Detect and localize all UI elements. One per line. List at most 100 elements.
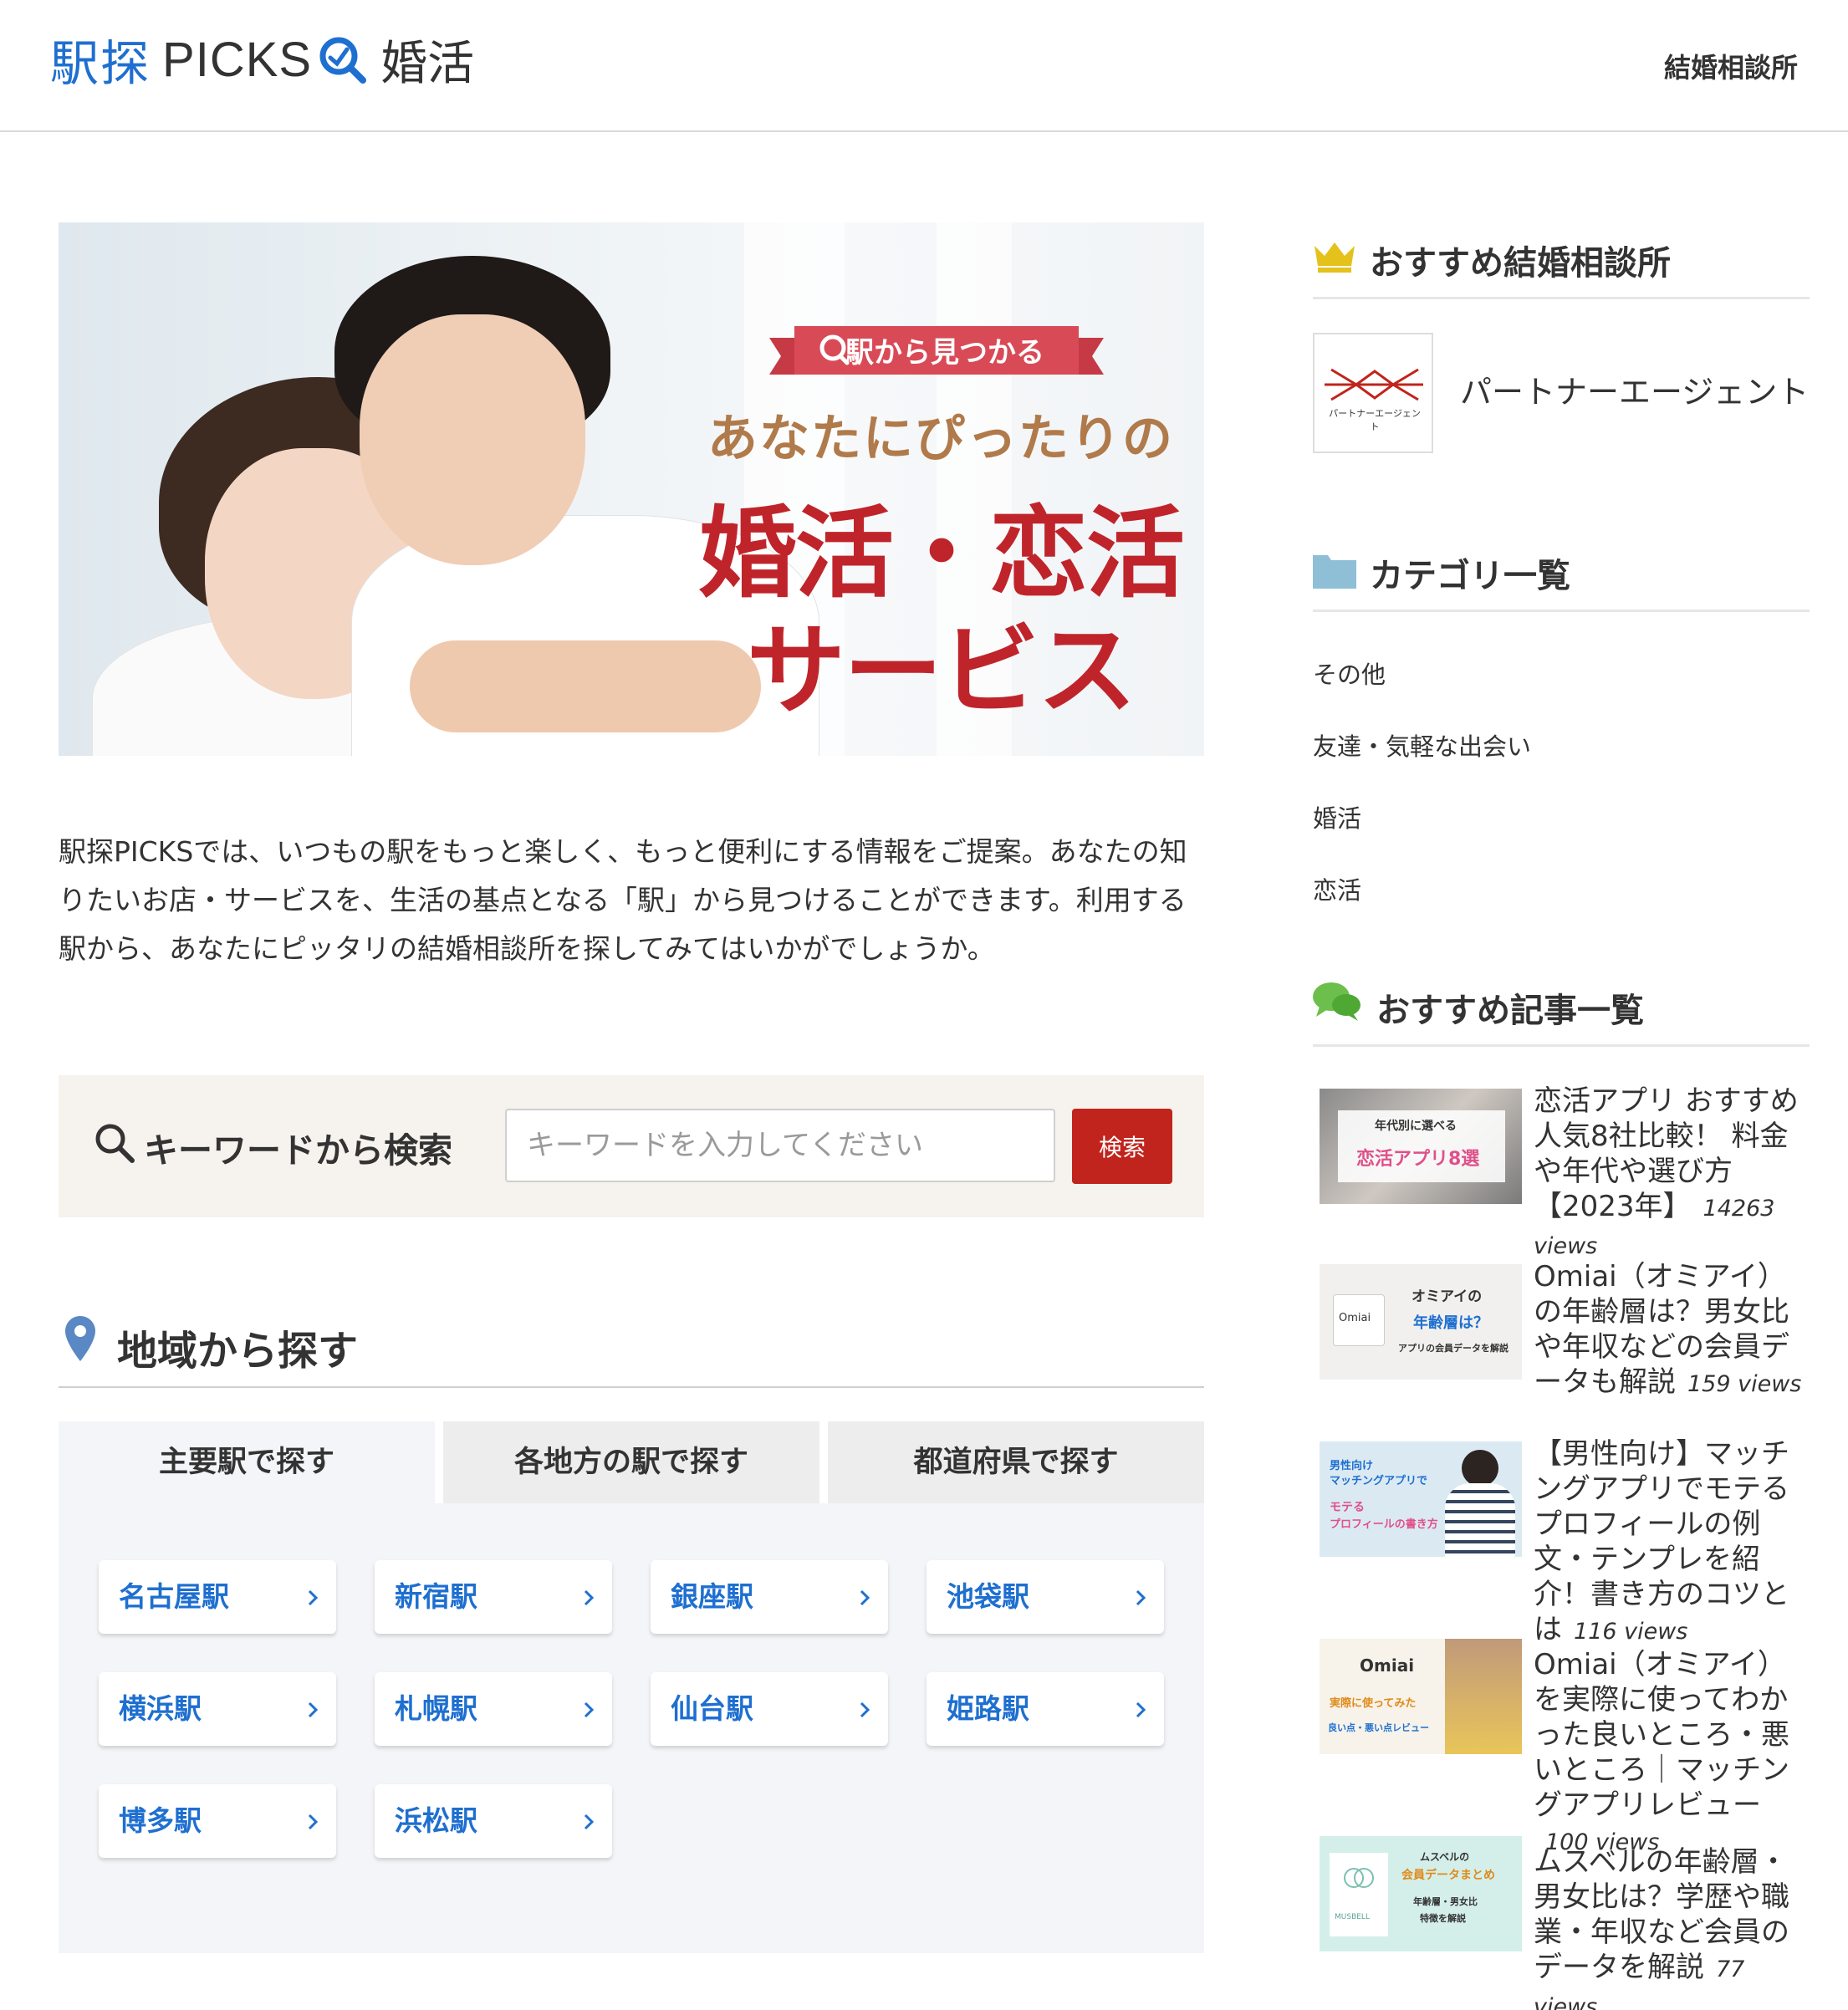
station-link-sendai[interactable]: 仙台駅: [651, 1672, 888, 1746]
region-title: 地域から探す: [117, 1328, 359, 1375]
partner-agent-link[interactable]: パートナーエージェント: [1460, 366, 1809, 412]
thumb-text: 会員データまとめ: [1401, 1869, 1495, 1882]
tab-regional-stations[interactable]: 各地方の駅で探す: [443, 1421, 819, 1503]
thumb-text: ムスベルの: [1420, 1851, 1470, 1863]
recommended-articles-title: おすすめ記事一覧: [1376, 992, 1644, 1030]
musbell-logo-icon: [1344, 1868, 1374, 1888]
station-name: 姫路駅: [947, 1692, 1029, 1725]
article-link-2[interactable]: Omiai（オミアイ）の年齢層は？男女比や年収などの会員データも解説 159 vi…: [1534, 1259, 1810, 1402]
recommended-agency-heading: おすすめ結婚相談所: [1313, 219, 1810, 299]
crown-icon: [1315, 242, 1355, 273]
thumb-text: 年代別に選べる: [1375, 1120, 1457, 1133]
station-name: 札幌駅: [395, 1692, 477, 1725]
station-link-himeji[interactable]: 姫路駅: [927, 1672, 1164, 1746]
station-list-panel: 名古屋駅 新宿駅 銀座駅 池袋駅 横浜駅 札幌駅 仙台駅 姫路駅 博多駅 浜松駅: [59, 1503, 1204, 1953]
article-title-text: Omiai（オミアイ）を実際に使ってわかった良いところ・悪いところ｜マッチングア…: [1534, 1648, 1789, 1822]
station-name: 博多駅: [119, 1804, 202, 1837]
intro-text: 駅探PICKSでは、いつもの駅をもっと楽しく、もっと便利にする情報をご提案。あな…: [59, 835, 1187, 965]
article-title-text: 【男性向け】マッチングアプリでモテるプロフィールの例文・テンプレを紹介！書き方の…: [1534, 1437, 1789, 1646]
category-link-other[interactable]: その他: [1313, 656, 1386, 691]
musbell-logo-card: MUSBELL: [1330, 1853, 1388, 1936]
article-thumbnail-1[interactable]: 年代別に選べる 恋活アプリ8選: [1320, 1089, 1522, 1204]
chevron-right-icon: [1136, 1589, 1146, 1606]
thumb-text: モテる: [1330, 1501, 1365, 1514]
category-link-friends[interactable]: 友達・気軽な出会い: [1313, 727, 1531, 763]
article-thumbnail-4[interactable]: Omiai 実際に使ってみた 良い点・悪い点レビュー: [1320, 1639, 1522, 1754]
logo-eki-text: 駅探: [50, 35, 151, 92]
region-tabs: 主要駅で探す 各地方の駅で探す 都道府県で探す: [59, 1421, 1204, 1503]
logo-konkatsu-text: 婚活: [380, 36, 475, 91]
article-views: 159 views: [1687, 1371, 1802, 1397]
nav-link-marriage-agency[interactable]: 結婚相談所: [1664, 47, 1798, 85]
station-name: 名古屋駅: [119, 1580, 229, 1613]
article-link-3[interactable]: 【男性向け】マッチングアプリでモテるプロフィールの例文・テンプレを紹介！書き方の…: [1534, 1436, 1810, 1650]
thumb-text: 良い点・悪い点レビュー: [1328, 1722, 1429, 1733]
omiai-app-icon: Omiai: [1333, 1294, 1385, 1346]
station-link-ikebukuro[interactable]: 池袋駅: [927, 1560, 1164, 1634]
thumb-text: アプリの会員データを解説: [1398, 1343, 1509, 1354]
station-link-yokohama[interactable]: 横浜駅: [99, 1672, 336, 1746]
thumb-text: 特徴を解説: [1420, 1913, 1466, 1924]
station-link-hamamatsu[interactable]: 浜松駅: [375, 1784, 612, 1858]
article-link-1[interactable]: 恋活アプリ おすすめ人気8社比較！ 料金や年代や選び方【2023年】 14263 …: [1534, 1084, 1810, 1264]
thumb-text: 恋活アプリ8選: [1356, 1149, 1480, 1170]
article-thumbnail-5[interactable]: MUSBELL ムスベルの 会員データまとめ 年齢層・男女比 特徴を解説: [1320, 1836, 1522, 1951]
station-name: 新宿駅: [395, 1580, 477, 1613]
omiai-app-icon-label: Omiai: [1339, 1312, 1371, 1324]
thumb-text: オミアイの: [1412, 1288, 1483, 1305]
station-link-hakata[interactable]: 博多駅: [99, 1784, 336, 1858]
thumb-text: 男性向け: [1330, 1460, 1374, 1472]
search-button[interactable]: 検索: [1072, 1109, 1172, 1184]
chevron-right-icon: [1136, 1701, 1146, 1718]
category-link-renkatsu[interactable]: 恋活: [1313, 871, 1361, 906]
hero-title-line2: サービス: [746, 613, 1136, 728]
region-heading: 地域から探す: [59, 1309, 1204, 1388]
chevron-right-icon: [308, 1589, 319, 1606]
tab-prefectures[interactable]: 都道府県で探す: [828, 1421, 1204, 1503]
hero-ribbon-text: 駅から見つかる: [845, 336, 1044, 370]
chevron-right-icon: [584, 1814, 595, 1830]
recommended-agency-title: おすすめ結婚相談所: [1370, 244, 1671, 283]
thumb-text: 年齢層・男女比: [1413, 1896, 1478, 1907]
station-link-sapporo[interactable]: 札幌駅: [375, 1672, 612, 1746]
chat-bubbles-icon: [1313, 982, 1360, 1021]
logo-picks-text: PICKS: [162, 32, 313, 87]
article-views: 116 views: [1574, 1619, 1688, 1645]
hero-subtitle: あなたにぴったりの: [707, 410, 1174, 468]
chevron-right-icon: [308, 1701, 319, 1718]
thumb-text: プロフィールの書き方: [1330, 1518, 1438, 1531]
keyword-search-input[interactable]: [505, 1109, 1055, 1182]
keyword-search-box: キーワードから検索 検索: [59, 1075, 1204, 1217]
station-link-ginza[interactable]: 銀座駅: [651, 1560, 888, 1634]
site-header: 駅探 PICKS 婚活 結婚相談所: [0, 0, 1848, 132]
tab-major-stations[interactable]: 主要駅で探す: [59, 1421, 435, 1503]
thumb-text: 年齢層は？: [1413, 1314, 1488, 1332]
site-logo[interactable]: 駅探 PICKS 婚活: [50, 30, 474, 93]
station-name: 銀座駅: [671, 1580, 753, 1613]
partner-agent-logo[interactable]: パートナーエージェント: [1313, 333, 1433, 453]
category-link-konkatsu[interactable]: 婚活: [1313, 799, 1361, 834]
hero-banner: 駅から見つかる あなたにぴったりの 婚活・恋活 サービス: [59, 222, 1204, 756]
station-name: 横浜駅: [119, 1692, 202, 1725]
musbell-logo-text: MUSBELL: [1335, 1913, 1370, 1921]
thumb-text: Omiai: [1360, 1655, 1415, 1676]
category-heading: カテゴリ一覧: [1313, 532, 1810, 612]
article-title-text: ムスベルの年齢層・男女比は？学歴や職業・年収など会員のデータを解説: [1534, 1845, 1789, 1984]
article-link-5[interactable]: ムスベルの年齢層・男女比は？学歴や職業・年収など会員のデータを解説 77 view…: [1534, 1844, 1810, 2010]
hero-man-face: [360, 314, 585, 565]
category-title: カテゴリ一覧: [1370, 557, 1570, 595]
search-icon: [95, 1124, 135, 1163]
article-link-4[interactable]: Omiai（オミアイ）を実際に使ってわかった良いところ・悪いところ｜マッチングア…: [1534, 1647, 1810, 1860]
partner-agent-logo-caption: パートナーエージェント: [1329, 408, 1421, 432]
station-name: 池袋駅: [947, 1580, 1029, 1613]
article-thumbnail-2[interactable]: Omiai オミアイの 年齢層は？ アプリの会員データを解説: [1320, 1264, 1522, 1380]
station-link-nagoya[interactable]: 名古屋駅: [99, 1560, 336, 1634]
station-link-shinjuku[interactable]: 新宿駅: [375, 1560, 612, 1634]
station-name: 浜松駅: [395, 1804, 477, 1837]
search-label: キーワードから検索: [144, 1130, 452, 1171]
chevron-right-icon: [860, 1589, 870, 1606]
recommended-articles-heading: おすすめ記事一覧: [1313, 967, 1810, 1047]
article-thumbnail-3[interactable]: 男性向け マッチングアプリで モテる プロフィールの書き方: [1320, 1441, 1522, 1557]
chevron-right-icon: [584, 1701, 595, 1718]
station-name: 仙台駅: [671, 1692, 753, 1725]
